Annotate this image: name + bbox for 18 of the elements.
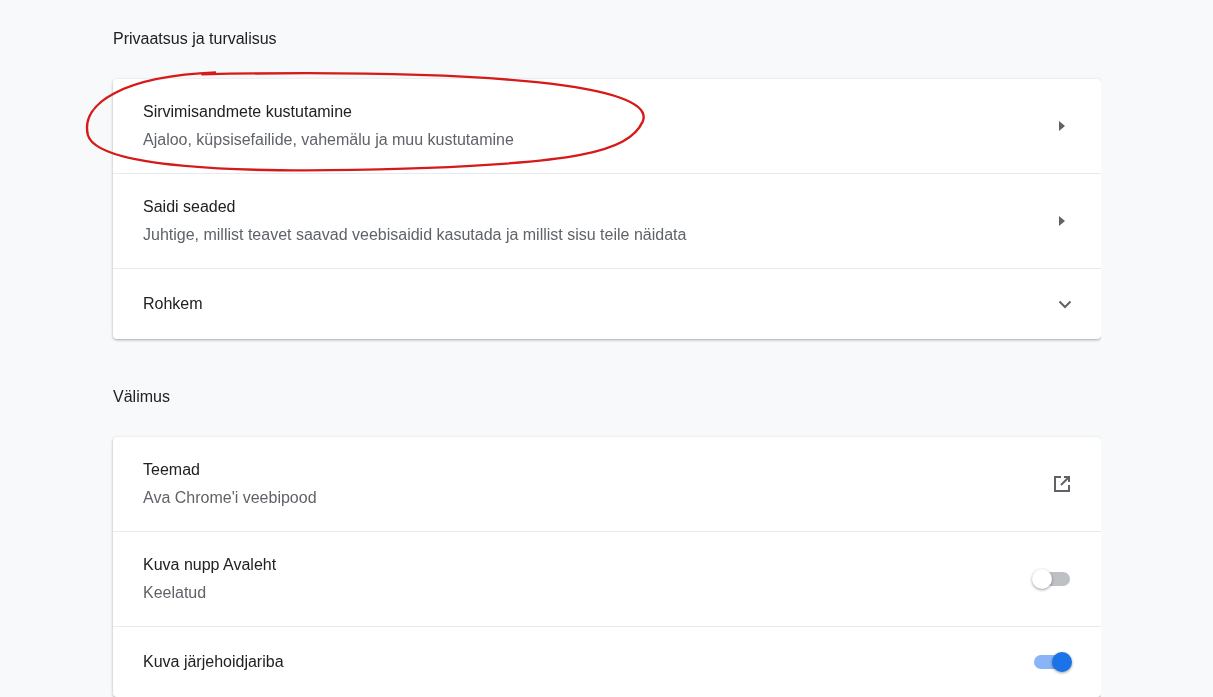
arrow-right-icon[interactable] bbox=[1058, 215, 1066, 227]
setting-description: Keelatud bbox=[143, 583, 208, 603]
setting-description: Ava Chrome'i veebipood bbox=[143, 488, 318, 508]
section-heading: Privaatsus ja turvalisus bbox=[113, 30, 278, 49]
setting-title: Saidi seaded bbox=[143, 197, 237, 217]
setting-title: Teemad bbox=[143, 460, 201, 480]
setting-title: Sirvimisandmete kustutamine bbox=[143, 102, 353, 122]
setting-title: Rohkem bbox=[143, 294, 204, 314]
setting-title: Kuva järjehoidjariba bbox=[143, 652, 285, 672]
toggle-switch[interactable] bbox=[1032, 650, 1072, 674]
toggle-switch[interactable] bbox=[1032, 567, 1072, 591]
section-heading: Välimus bbox=[113, 388, 171, 407]
setting-description: Juhtige, millist teavet saavad veebisaidid kasutada ja millist sisu teile näidata bbox=[143, 225, 688, 245]
setting-description: Ajaloo, küpsisefailide, vahemälu ja muu kustutamine bbox=[143, 130, 515, 150]
setting-title: Kuva nupp Avaleht bbox=[143, 555, 278, 575]
arrow-right-icon[interactable] bbox=[1058, 120, 1066, 132]
external-link-icon[interactable] bbox=[1052, 474, 1072, 494]
chevron-down-icon[interactable] bbox=[1058, 299, 1072, 309]
